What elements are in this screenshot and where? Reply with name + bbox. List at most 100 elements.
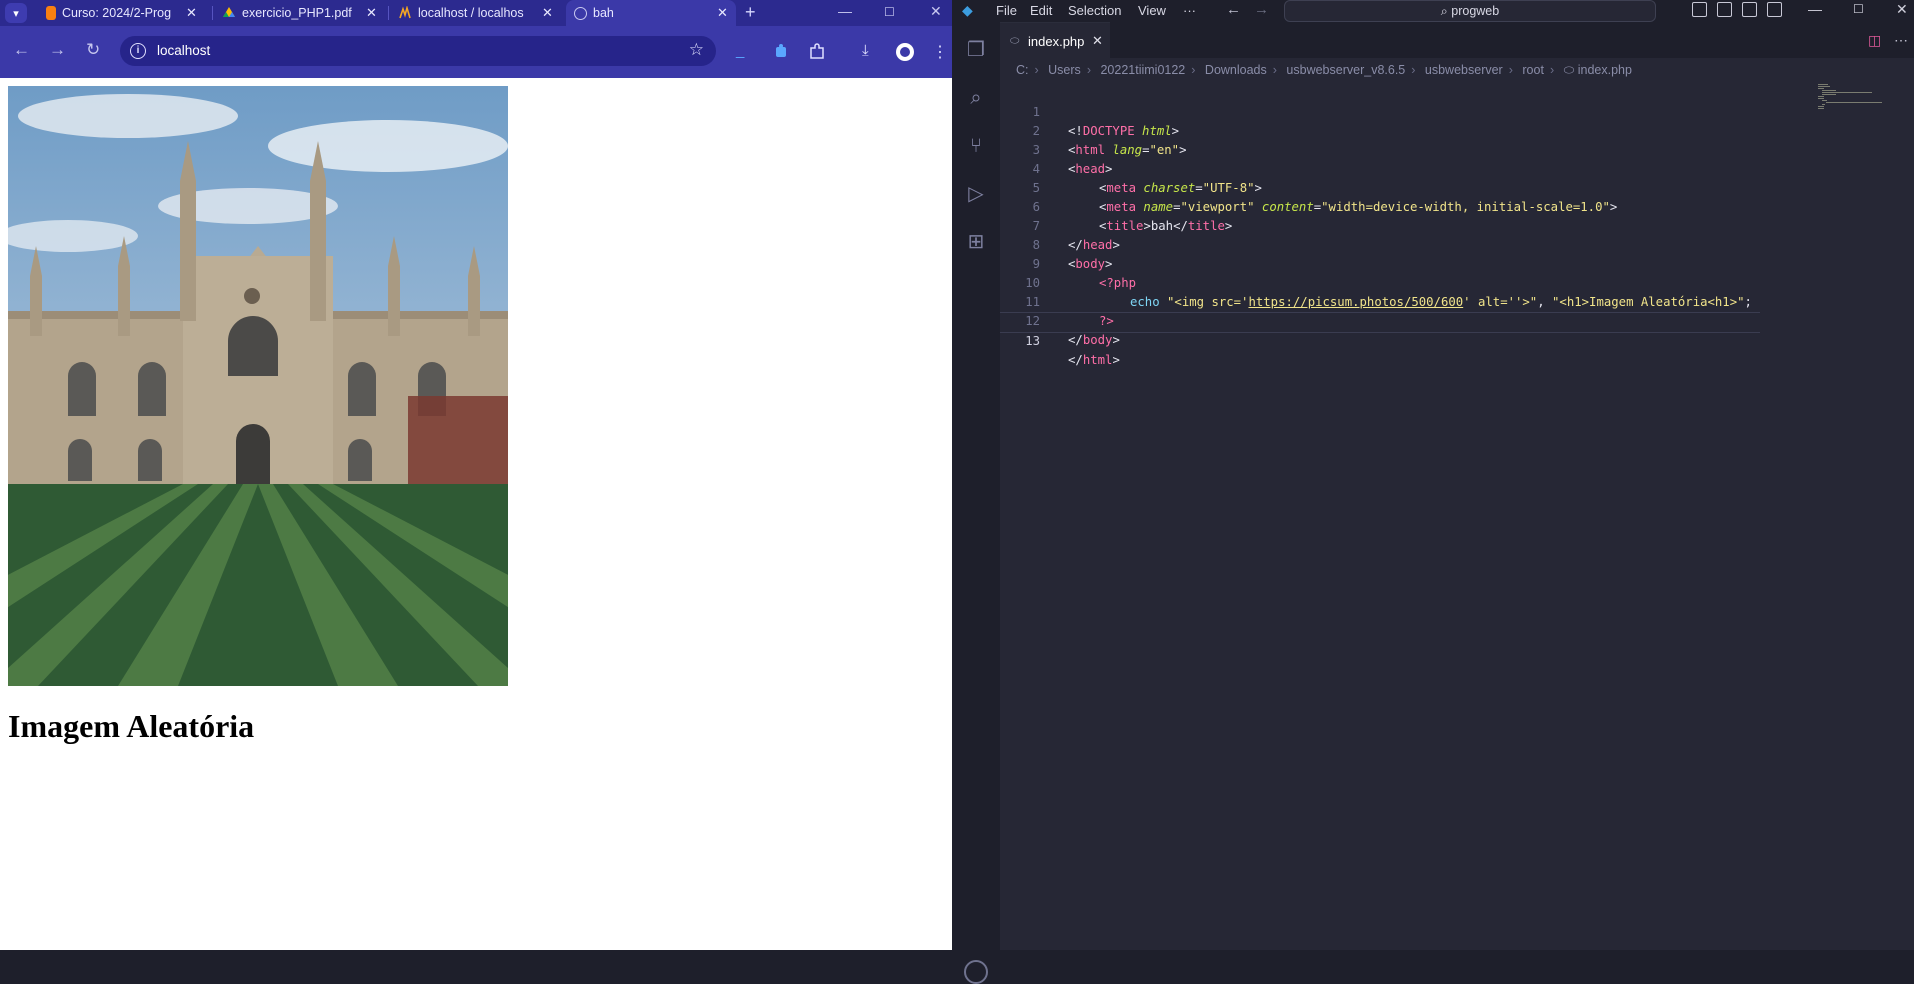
web-page-content: Imagem Aleatória	[0, 78, 952, 950]
menu-view[interactable]: View	[1138, 3, 1166, 18]
code-line[interactable]: 7 </head>	[1000, 198, 1860, 252]
code-line[interactable]: 10 echo "<img src='https://picsum.photos…	[1000, 255, 1860, 309]
code-line-current[interactable]: 13 </html>	[1000, 312, 1760, 367]
menu-edit[interactable]: Edit	[1030, 3, 1052, 18]
close-tab-icon[interactable]: ✕	[717, 5, 728, 21]
breadcrumb: C: › Users › 20221tiimi0122 › Downloads › us…	[1016, 63, 1632, 77]
accounts-icon[interactable]	[964, 960, 988, 984]
close-window-icon[interactable]: ✕	[930, 3, 942, 20]
php-file-icon: ⬭	[1010, 35, 1020, 47]
maximize-icon[interactable]: ☐	[884, 5, 895, 19]
site-info-icon[interactable]: i	[130, 43, 146, 59]
minimap[interactable]	[1814, 84, 1884, 114]
minimap-line	[1818, 96, 1824, 97]
tab-label: bah	[593, 6, 614, 20]
browser-tab-pdf[interactable]: exercicio_PHP1.pdf ✕	[214, 0, 386, 26]
breadcrumb-item[interactable]: usbwebserver	[1425, 63, 1503, 77]
browser-toolbar: ← → ↻ i localhost ☆ _ ⤓ ⋮	[0, 26, 952, 78]
minimap-line	[1822, 90, 1836, 91]
more-actions-icon[interactable]: ⋯	[1894, 32, 1908, 49]
toggle-secondary-sidebar-icon[interactable]	[1742, 2, 1757, 17]
browser-tab-bah[interactable]: bah ✕	[566, 0, 736, 26]
minimize-extension-icon[interactable]: _	[736, 42, 744, 59]
minimap-line	[1822, 92, 1872, 93]
code-line[interactable]: 4 <meta charset="UTF-8">	[1000, 141, 1860, 195]
editor-scrollbar[interactable]	[1888, 58, 1902, 950]
extensions-icon[interactable]: ⊞	[964, 230, 988, 254]
code-line[interactable]: 5 <meta name="viewport" content="width=d…	[1000, 160, 1860, 214]
code-line[interactable]: 8 <body>	[1000, 217, 1860, 271]
nav-back-icon[interactable]: ←	[1226, 1, 1241, 18]
toggle-primary-sidebar-icon[interactable]	[1692, 2, 1707, 17]
code-editor[interactable]: 1 <!DOCTYPE html> 2 <html lang="en"> 3 <…	[1000, 84, 1860, 367]
command-center[interactable]: ⌕ progweb	[1284, 0, 1656, 22]
toggle-panel-icon[interactable]	[1717, 2, 1732, 17]
breadcrumb-item[interactable]: Downloads	[1205, 63, 1267, 77]
customize-layout-icon[interactable]	[1767, 2, 1782, 17]
minimap-line	[1822, 104, 1825, 105]
close-tab-icon[interactable]: ✕	[366, 5, 377, 21]
globe-icon	[574, 6, 587, 20]
minimize-icon[interactable]: —	[838, 3, 852, 19]
breadcrumb-item[interactable]: Users	[1048, 63, 1081, 77]
minimize-icon[interactable]: —	[1808, 1, 1822, 17]
profile-avatar[interactable]	[896, 43, 914, 61]
split-editor-icon[interactable]: ◫	[1868, 32, 1881, 49]
explorer-icon[interactable]: ❐	[964, 38, 988, 62]
editor-tab-label: index.php	[1028, 34, 1085, 49]
reload-icon[interactable]: ↻	[86, 40, 100, 60]
source-control-icon[interactable]: ⑂	[964, 134, 988, 158]
run-debug-icon[interactable]: ▷	[964, 182, 988, 206]
minimap-line	[1818, 98, 1824, 99]
close-tab-icon[interactable]: ✕	[1092, 33, 1103, 49]
breadcrumb-item[interactable]: C:	[1016, 63, 1029, 77]
menu-more[interactable]: ···	[1183, 3, 1196, 18]
minimap-line	[1818, 88, 1824, 89]
download-icon[interactable]: ⤓	[862, 42, 869, 59]
extension-puzzle-icon[interactable]	[773, 42, 791, 64]
breadcrumb-item[interactable]: usbwebserver_v8.6.5	[1286, 63, 1405, 77]
maximize-icon[interactable]: ☐	[1853, 2, 1864, 16]
editor-tab-index-php[interactable]: ⬭ index.php ✕	[1000, 22, 1110, 59]
extensions-icon[interactable]	[808, 42, 826, 64]
line-number: 13	[1025, 334, 1040, 348]
close-window-icon[interactable]: ✕	[1896, 1, 1908, 18]
random-photo	[8, 86, 508, 686]
search-icon[interactable]: ⌕	[964, 86, 988, 110]
minimap-line	[1818, 86, 1830, 87]
code-line[interactable]: 2 <html lang="en">	[1000, 103, 1860, 157]
breadcrumb-item[interactable]: root	[1522, 63, 1544, 77]
code-line[interactable]: 11 ?>	[1000, 274, 1860, 328]
code-line[interactable]: 12 </body>	[1000, 293, 1860, 347]
code-token: >	[1112, 353, 1120, 367]
code-line[interactable]: 1 <!DOCTYPE html>	[1000, 84, 1860, 138]
address-bar[interactable]: i localhost ☆	[120, 36, 716, 66]
vscode-titlebar: ◆ File Edit Selection View ··· ← → ⌕ pro…	[952, 0, 1914, 22]
breadcrumb-item[interactable]: index.php	[1578, 63, 1632, 77]
nav-forward-icon[interactable]: →	[1254, 1, 1269, 18]
code-token: </	[1068, 353, 1083, 367]
forward-icon[interactable]: →	[49, 40, 66, 60]
code-line[interactable]: 9 <?php	[1000, 236, 1860, 290]
code-token: html	[1082, 353, 1113, 367]
browser-tab-phpmyadmin[interactable]: localhost / localhos ✕	[390, 0, 562, 26]
menu-file[interactable]: File	[996, 3, 1017, 18]
code-line[interactable]: 6 <title>bah</title>	[1000, 179, 1860, 233]
menu-kebab-icon[interactable]: ⋮	[932, 42, 948, 62]
vscode-window: ◆ File Edit Selection View ··· ← → ⌕ pro…	[952, 0, 1914, 984]
breadcrumb-item[interactable]: 20221tiimi0122	[1100, 63, 1185, 77]
close-tab-icon[interactable]: ✕	[186, 5, 197, 21]
close-tab-icon[interactable]: ✕	[542, 5, 553, 21]
minimap-line	[1818, 84, 1828, 85]
bookmark-star-icon[interactable]: ☆	[689, 40, 704, 60]
search-icon: ⌕	[1440, 4, 1452, 18]
code-line[interactable]: 3 <head>	[1000, 122, 1860, 176]
tab-search-button[interactable]: ▾	[5, 3, 27, 23]
menu-selection[interactable]: Selection	[1068, 3, 1121, 18]
vscode-logo-icon: ◆	[962, 2, 973, 18]
address-url[interactable]: localhost	[157, 43, 210, 58]
minimap-line	[1826, 102, 1882, 103]
new-tab-button[interactable]: +	[745, 2, 756, 23]
browser-tab-moodle[interactable]: Curso: 2024/2-Prog ✕	[38, 0, 210, 26]
back-icon[interactable]: ←	[13, 40, 30, 60]
